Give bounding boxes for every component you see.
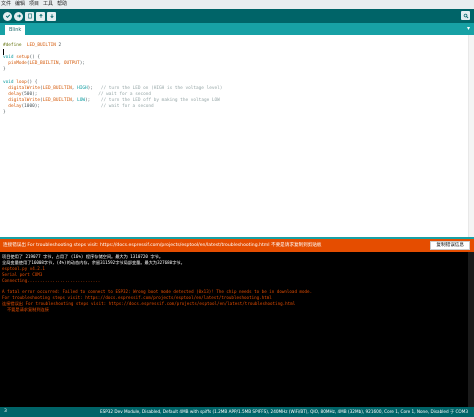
menu-help[interactable]: 帮助 xyxy=(57,0,67,9)
console-line: 不要是请求复制到连接 xyxy=(2,307,49,313)
open-button[interactable] xyxy=(36,11,45,21)
error-status-bar: 连接错误出 For troubleshooting steps visit: h… xyxy=(0,239,474,252)
menu-sketch[interactable]: 项目 xyxy=(29,0,39,9)
menu-bar: 文件 编辑 项目 工具 帮助 xyxy=(0,0,474,9)
line-number: 3 xyxy=(4,409,7,414)
magnifier-icon xyxy=(463,13,468,18)
console-output[interactable]: 项目使用了 219077 字节，占用了 (16%) 程序存储空间。最大为 131… xyxy=(0,252,474,407)
verify-button[interactable] xyxy=(3,11,12,21)
code-area[interactable]: #define LED_BUILTIN 2 void setup() { pin… xyxy=(3,43,222,116)
tab-bar: Blink ▾ xyxy=(0,23,474,35)
bottom-status-bar: 3 ESP32 Dev Module, Disabled, Default 4M… xyxy=(0,407,474,417)
toolbar xyxy=(0,9,474,23)
menu-file[interactable]: 文件 xyxy=(1,0,11,9)
copy-error-button[interactable]: 复制错误信息 xyxy=(430,241,470,250)
open-up-icon xyxy=(38,13,43,18)
check-icon xyxy=(5,14,10,19)
code-line-12: } xyxy=(3,110,6,116)
menu-edit[interactable]: 编辑 xyxy=(15,0,25,9)
board-info: ESP32 Dev Module, Disabled, Default 4MB … xyxy=(99,409,468,414)
editor-scrollbar[interactable] xyxy=(468,35,474,237)
save-down-icon xyxy=(49,14,54,19)
console-lines: 项目使用了 219077 字节，占用了 (16%) 程序存储空间。最大为 131… xyxy=(2,254,312,313)
save-button[interactable] xyxy=(47,11,56,21)
code-editor[interactable]: #define LED_BUILTIN 2 void setup() { pin… xyxy=(0,35,474,237)
upload-button[interactable] xyxy=(14,11,23,21)
console-scrollbar[interactable] xyxy=(468,252,474,407)
serial-monitor-button[interactable] xyxy=(461,11,470,20)
menu-tools[interactable]: 工具 xyxy=(43,0,53,9)
arrow-right-icon xyxy=(16,14,21,18)
tab-blink[interactable]: Blink xyxy=(5,25,26,35)
new-button[interactable] xyxy=(25,11,34,21)
tab-menu-chevron-icon[interactable]: ▾ xyxy=(467,25,470,33)
status-message: 连接错误出 For troubleshooting steps visit: h… xyxy=(3,243,322,248)
new-file-icon xyxy=(27,13,32,19)
